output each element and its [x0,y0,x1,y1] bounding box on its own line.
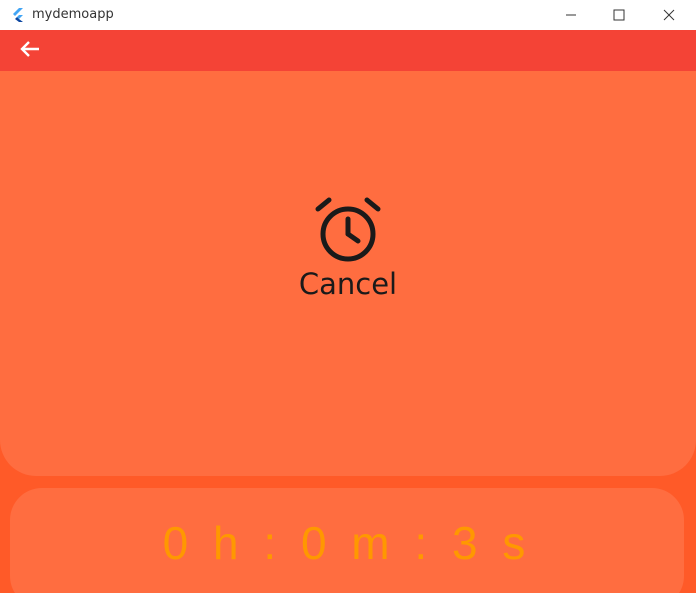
minimize-button[interactable] [548,0,594,30]
back-button[interactable] [18,40,42,62]
timer-panel: 0 h : 0 m : 3 s [10,488,684,593]
alarm-clock-icon [314,197,382,265]
cancel-label: Cancel [298,267,398,301]
arrow-back-icon [20,40,40,62]
countdown-timer: 0 h : 0 m : 3 s [162,517,532,569]
window-title-bar: mydemoapp [0,0,696,30]
close-icon [663,9,675,21]
window-title: mydemoapp [32,7,114,22]
alarm-panel: Cancel [0,71,696,476]
maximize-button[interactable] [596,0,642,30]
app-bar [0,30,696,71]
flutter-logo-icon [10,7,26,23]
cancel-alarm-button[interactable]: Cancel [290,197,406,309]
main-area: Cancel 0 h : 0 m : 3 s [0,71,696,593]
maximize-icon [613,9,625,21]
minimize-icon [565,9,577,21]
close-button[interactable] [646,0,692,30]
